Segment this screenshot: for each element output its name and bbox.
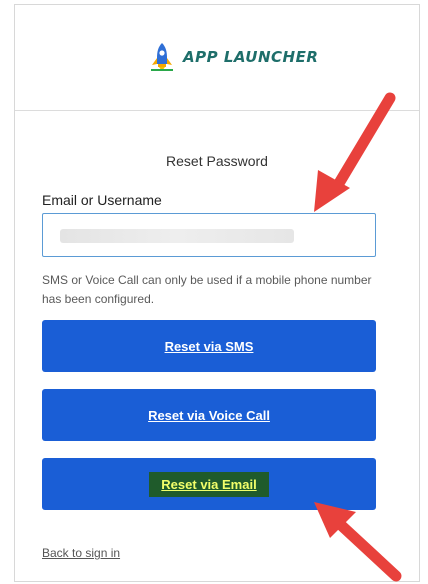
rocket-icon <box>151 42 173 72</box>
reset-via-sms-label: Reset via SMS <box>164 338 254 354</box>
reset-via-voice-call-button[interactable]: Reset via Voice Call <box>42 389 376 441</box>
sms-voice-hint: SMS or Voice Call can only be used if a … <box>42 273 372 306</box>
redacted-input-value <box>60 229 294 243</box>
card-header: APP LAUNCHER <box>15 5 419 111</box>
reset-via-voice-call-label: Reset via Voice Call <box>148 407 270 423</box>
brand-name: APP LAUNCHER <box>183 48 319 66</box>
reset-via-email-button[interactable]: Reset via Email <box>42 458 376 510</box>
reset-via-email-label: Reset via Email <box>149 471 269 497</box>
reset-via-sms-button[interactable]: Reset via SMS <box>42 320 376 372</box>
email-field-label: Email or Username <box>42 192 162 208</box>
back-to-sign-in-link[interactable]: Back to sign in <box>42 546 120 560</box>
app-logo: APP LAUNCHER <box>151 42 318 72</box>
page-title: Reset Password <box>166 153 268 169</box>
